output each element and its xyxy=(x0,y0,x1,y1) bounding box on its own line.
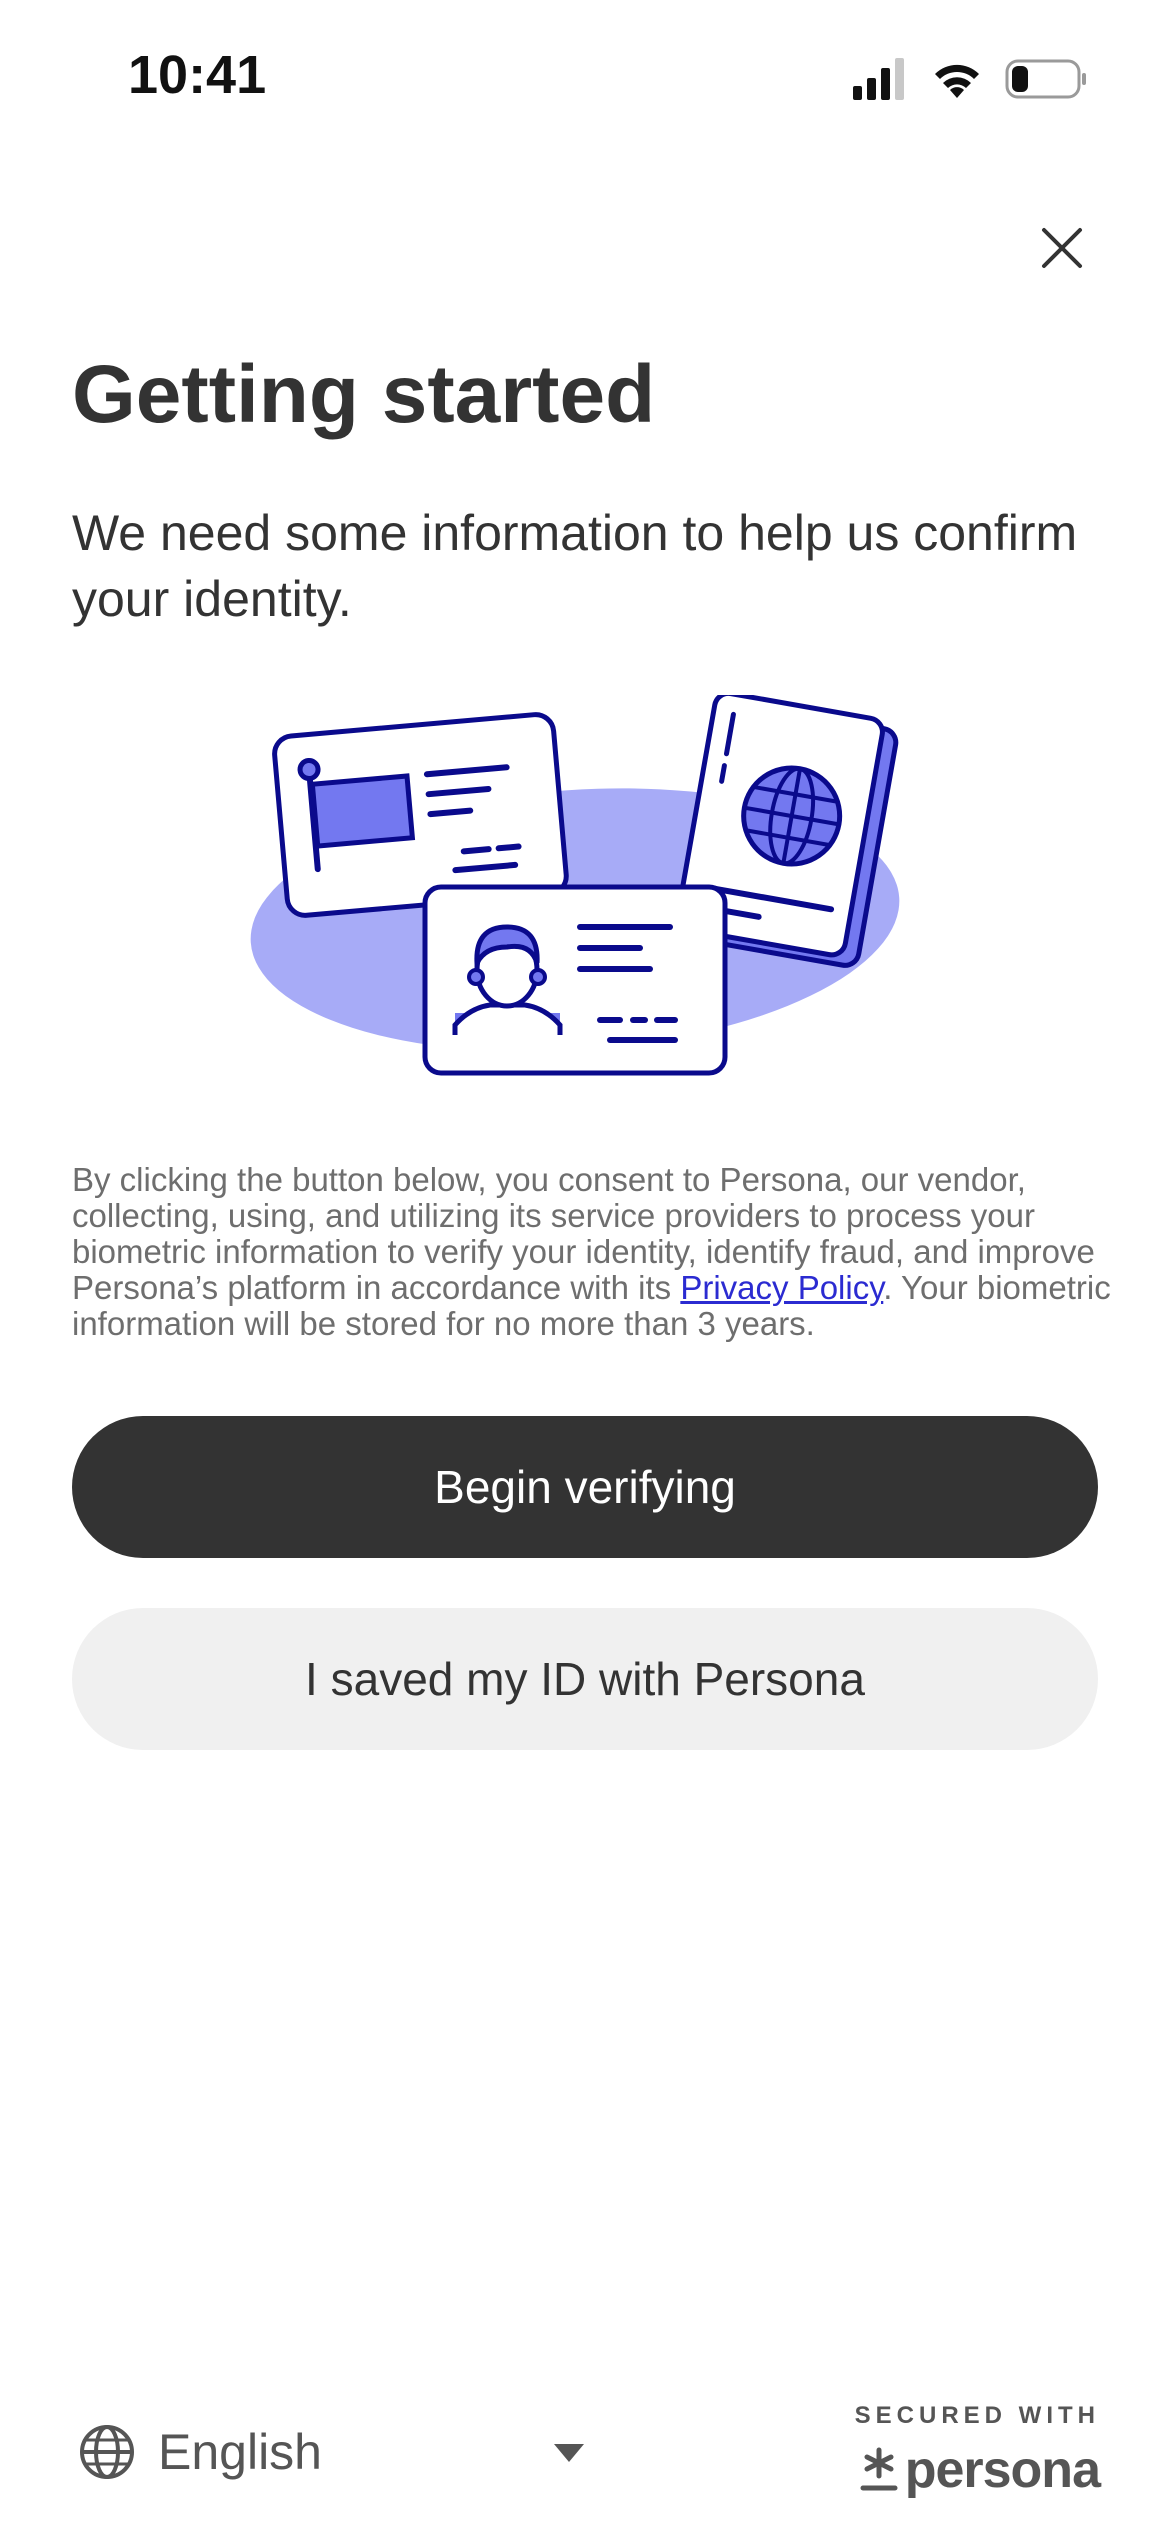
status-time: 10:41 xyxy=(128,45,267,105)
secured-with-label: SECURED WITH xyxy=(854,2402,1100,2429)
close-icon xyxy=(1042,228,1082,268)
consent-text: By clicking the button below, you consen… xyxy=(72,1162,1112,1342)
battery-icon xyxy=(1005,59,1086,99)
saved-id-button[interactable]: I saved my ID with Persona xyxy=(72,1608,1098,1750)
page-title: Getting started xyxy=(72,349,656,440)
signal-icon xyxy=(853,58,904,100)
close-button[interactable] xyxy=(1032,218,1092,278)
globe-icon xyxy=(80,2425,134,2479)
language-label: English xyxy=(158,2424,322,2480)
id-documents-illustration-svg xyxy=(250,690,900,1076)
status-bar: 10:41 xyxy=(0,0,1170,150)
status-icons-svg xyxy=(853,58,1086,100)
id-documents-illustration xyxy=(245,690,905,1085)
language-select[interactable]: English xyxy=(78,2412,598,2492)
persona-wordmark: persona xyxy=(904,2441,1101,2499)
caret-down-icon xyxy=(554,2444,584,2462)
footer: English SECURED WITH persona xyxy=(0,2380,1170,2500)
secured-with-persona: SECURED WITH persona xyxy=(840,2402,1101,2512)
persona-asterisk-icon xyxy=(860,2447,898,2491)
privacy-policy-link[interactable]: Privacy Policy xyxy=(680,1269,883,1306)
wifi-icon xyxy=(935,64,979,98)
page-subtitle: We need some information to help us conf… xyxy=(72,505,1078,627)
status-icons xyxy=(853,56,1088,100)
begin-verifying-button[interactable]: Begin verifying xyxy=(72,1416,1098,1558)
persona-logo: persona xyxy=(859,2440,1101,2500)
